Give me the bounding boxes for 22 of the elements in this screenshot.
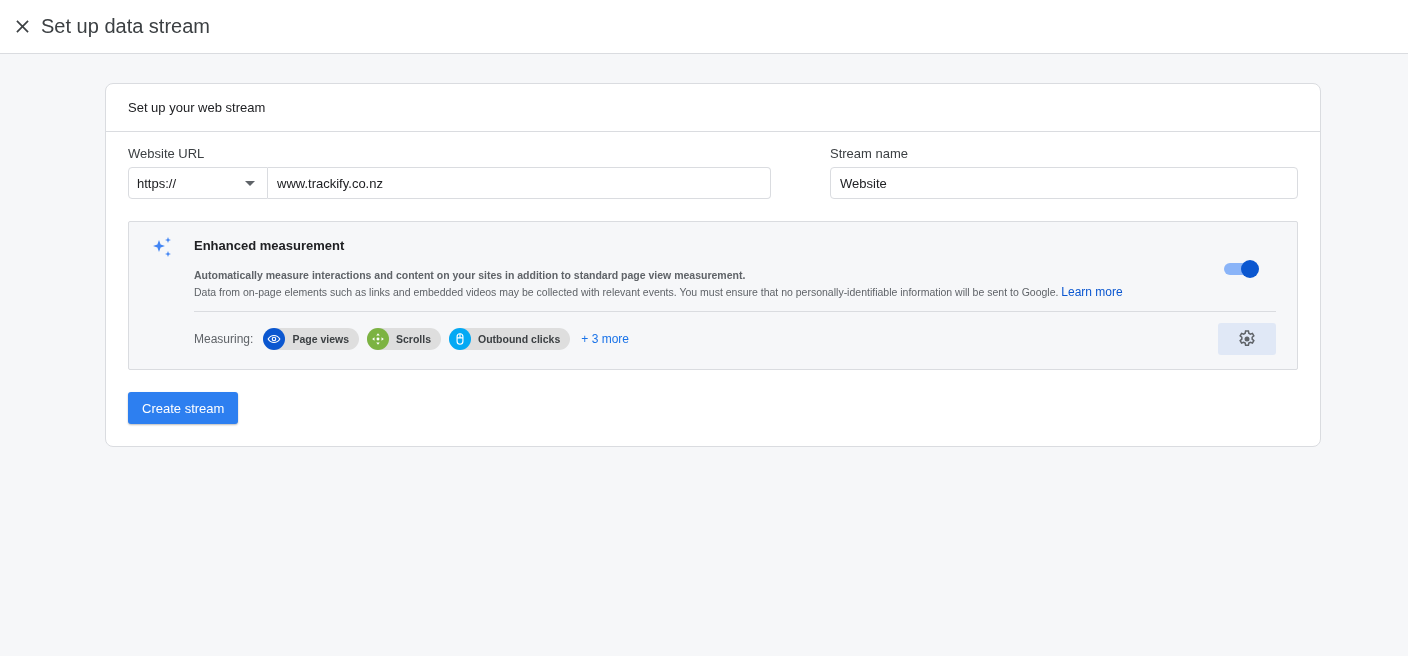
protocol-dropdown[interactable]: https:// (128, 167, 268, 199)
note-text: Data from on-page elements such as links and embedded videos may be collected with relevant events. You must ensure that no personally-identifiable information will be sent to Google. Learn more (194, 284, 1124, 301)
measuring-label: Measuring: (194, 332, 254, 346)
toggle-switch[interactable] (1224, 262, 1256, 275)
close-icon[interactable] (16, 20, 29, 33)
field-label: Stream name (830, 146, 910, 161)
url-input-field[interactable]: www.trackify.co.nz (268, 167, 771, 199)
settings-button[interactable] (1218, 323, 1276, 355)
card-title: Set up your web stream (128, 100, 266, 115)
measurement-chip: Page views (263, 328, 359, 350)
settings-icon (1237, 329, 1257, 349)
measurement-chip: Scrolls (367, 328, 442, 350)
create-stream-button[interactable]: Create stream (128, 392, 239, 424)
learn-more-link[interactable]: Learn more (1061, 285, 1123, 299)
description-text: Automatically measure interactions and content on your sites in addition to standard page view measurement. (194, 268, 747, 283)
caret-icon (245, 180, 255, 186)
section-title: Enhanced measurement (194, 238, 346, 253)
measurement-chip: Outbound clicks (449, 328, 571, 350)
page-title: Set up data stream (41, 15, 210, 38)
more-link[interactable]: + 3 more (581, 332, 629, 346)
stream-name-field[interactable]: Website (830, 167, 1298, 199)
field-label: Website URL (128, 146, 206, 161)
